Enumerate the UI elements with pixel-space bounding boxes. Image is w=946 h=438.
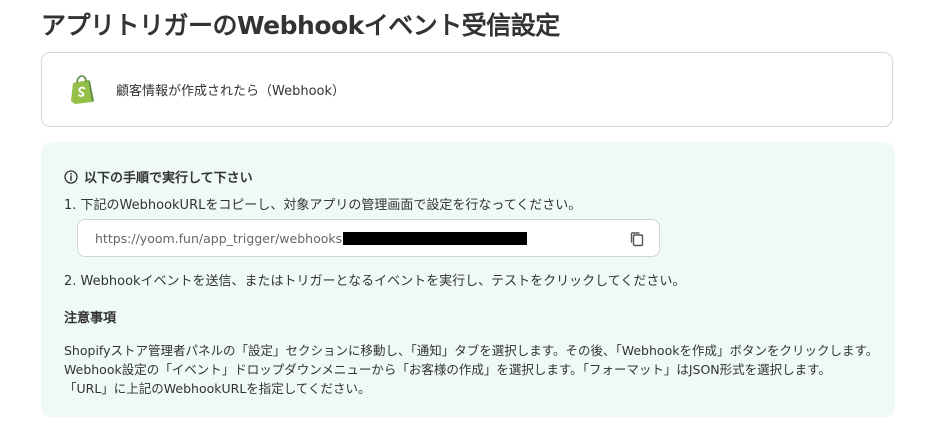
instructions-heading-text: 以下の手順で実行して下さい [84, 171, 253, 186]
webhook-url-field[interactable]: https://yoom.fun/app_trigger/webhooks [77, 219, 660, 257]
webhook-url-text[interactable]: https://yoom.fun/app_trigger/webhooks [95, 231, 342, 246]
page-title: アプリトリガーのWebhookイベント受信設定 [41, 11, 560, 40]
notes-heading: 注意事項 [64, 311, 117, 326]
copy-icon[interactable] [628, 230, 646, 248]
instructions-heading: 以下の手順で実行して下さい [64, 167, 253, 186]
step-2-text: 2. Webhookイベントを送信、またはトリガーとなるイベントを実行し、テスト… [64, 274, 686, 289]
note-line-1: Shopifyストア管理者パネルの「設定」セクションに移動し、「通知」タブを選択… [64, 343, 879, 358]
redacted-url-part [343, 231, 528, 245]
instructions-panel: 以下の手順で実行して下さい 1. 下記のWebhookURLをコピーし、対象アプ… [41, 142, 895, 417]
trigger-label: 顧客情報が作成されたら（Webhook） [116, 84, 346, 99]
note-line-2: Webhook設定の「イベント」ドロップダウンメニューから「お客様の作成」を選択… [64, 362, 831, 377]
shopify-icon [71, 74, 94, 104]
step-1-text: 1. 下記のWebhookURLをコピーし、対象アプリの管理画面で設定を行なって… [64, 198, 582, 213]
trigger-card[interactable]: 顧客情報が作成されたら（Webhook） [41, 52, 893, 127]
info-icon [64, 169, 78, 184]
note-line-3: 「URL」に上記のWebhookURLを指定してください。 [64, 381, 371, 396]
